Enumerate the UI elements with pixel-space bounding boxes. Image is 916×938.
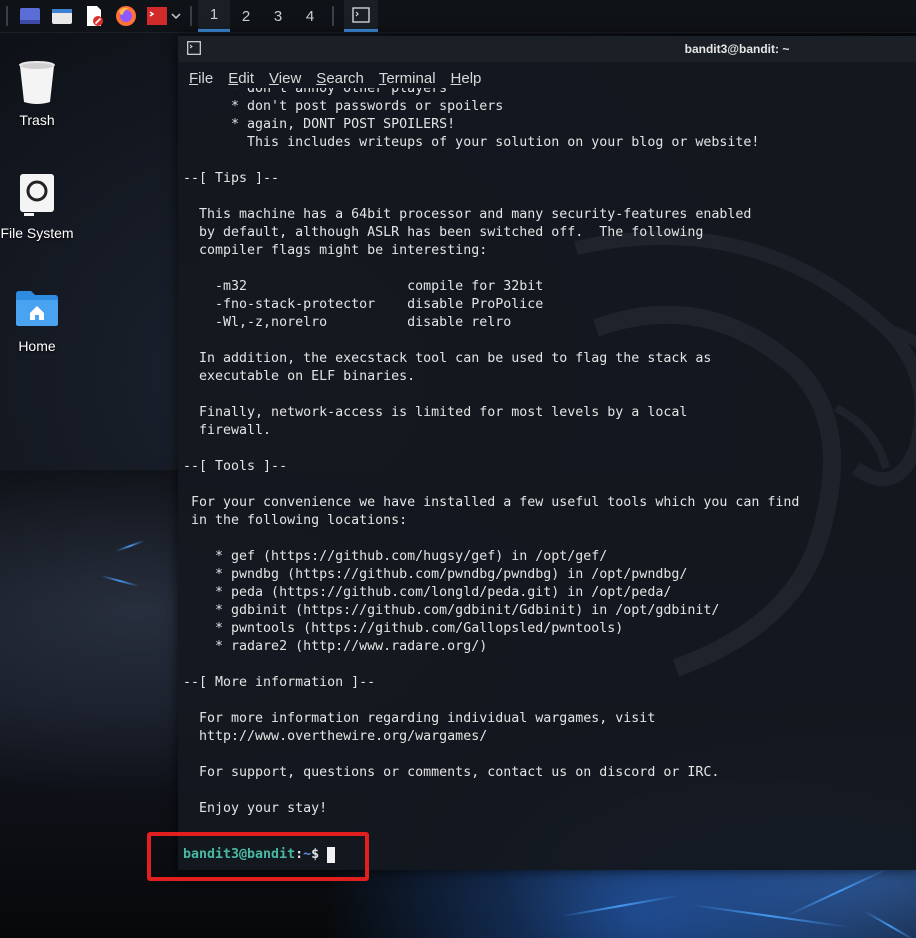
menu-terminal[interactable]: Terminal <box>379 70 436 88</box>
terminal-emulator-icon[interactable] <box>145 3 181 29</box>
workspace-4-button[interactable]: 4 <box>294 0 326 32</box>
desktop-icon-trash[interactable]: Trash <box>0 58 76 128</box>
top-panel: 1 2 3 4 <box>0 0 916 33</box>
chevron-down-icon[interactable] <box>170 12 181 20</box>
annotation-highlight-box <box>147 832 369 881</box>
menu-mnemonic: F <box>189 70 199 87</box>
menu-mnemonic: S <box>316 70 327 87</box>
menu-view[interactable]: View <box>269 70 301 88</box>
menu-label: ile <box>198 70 214 87</box>
menu-label: erminal <box>386 70 436 87</box>
menu-label: iew <box>278 70 302 87</box>
terminal-output: * don't annoy other players * don't post… <box>183 88 800 816</box>
show-desktop-icon[interactable] <box>17 3 43 29</box>
window-title: bandit3@bandit: ~ <box>684 42 790 56</box>
panel-separator <box>190 6 192 26</box>
trash-icon <box>13 58 61 106</box>
menu-label: dit <box>238 70 255 87</box>
desktop-icon-label: Home <box>18 338 56 354</box>
file-manager-icon[interactable] <box>49 3 75 29</box>
desktop-icon-file-system[interactable]: File System <box>0 171 76 241</box>
menu-label: earch <box>326 70 364 87</box>
desktop-icon-home[interactable]: Home <box>0 284 76 354</box>
menu-help[interactable]: Help <box>451 70 482 88</box>
terminal-icon <box>352 6 370 23</box>
panel-separator <box>6 6 8 26</box>
menu-edit[interactable]: Edit <box>228 70 254 88</box>
terminal-window[interactable]: bandit3@bandit: ~ File Edit View Search … <box>178 36 916 870</box>
desktop-icon-label: Trash <box>19 112 55 128</box>
menu-file[interactable]: File <box>189 70 213 88</box>
firefox-icon[interactable] <box>113 3 139 29</box>
desktop-icon-label: File System <box>0 225 74 241</box>
terminal-body[interactable]: * don't annoy other players * don't post… <box>178 88 916 858</box>
panel-separator <box>332 6 334 26</box>
window-titlebar[interactable]: bandit3@bandit: ~ <box>178 36 916 62</box>
menu-mnemonic: E <box>228 70 239 87</box>
text-editor-icon[interactable] <box>81 3 107 29</box>
menu-mnemonic: H <box>450 70 462 87</box>
menu-mnemonic: V <box>269 70 279 87</box>
menu-bar: File Edit View Search Terminal Help <box>178 62 916 88</box>
workspace-2-button[interactable]: 2 <box>230 0 262 32</box>
hard-drive-icon <box>13 171 61 219</box>
menu-search[interactable]: Search <box>316 70 364 88</box>
workspace-3-button[interactable]: 3 <box>262 0 294 32</box>
workspace-1-button[interactable]: 1 <box>198 0 230 32</box>
menu-label: elp <box>461 70 482 87</box>
home-folder-icon <box>13 284 61 332</box>
taskbar-terminal-button[interactable] <box>344 0 378 32</box>
